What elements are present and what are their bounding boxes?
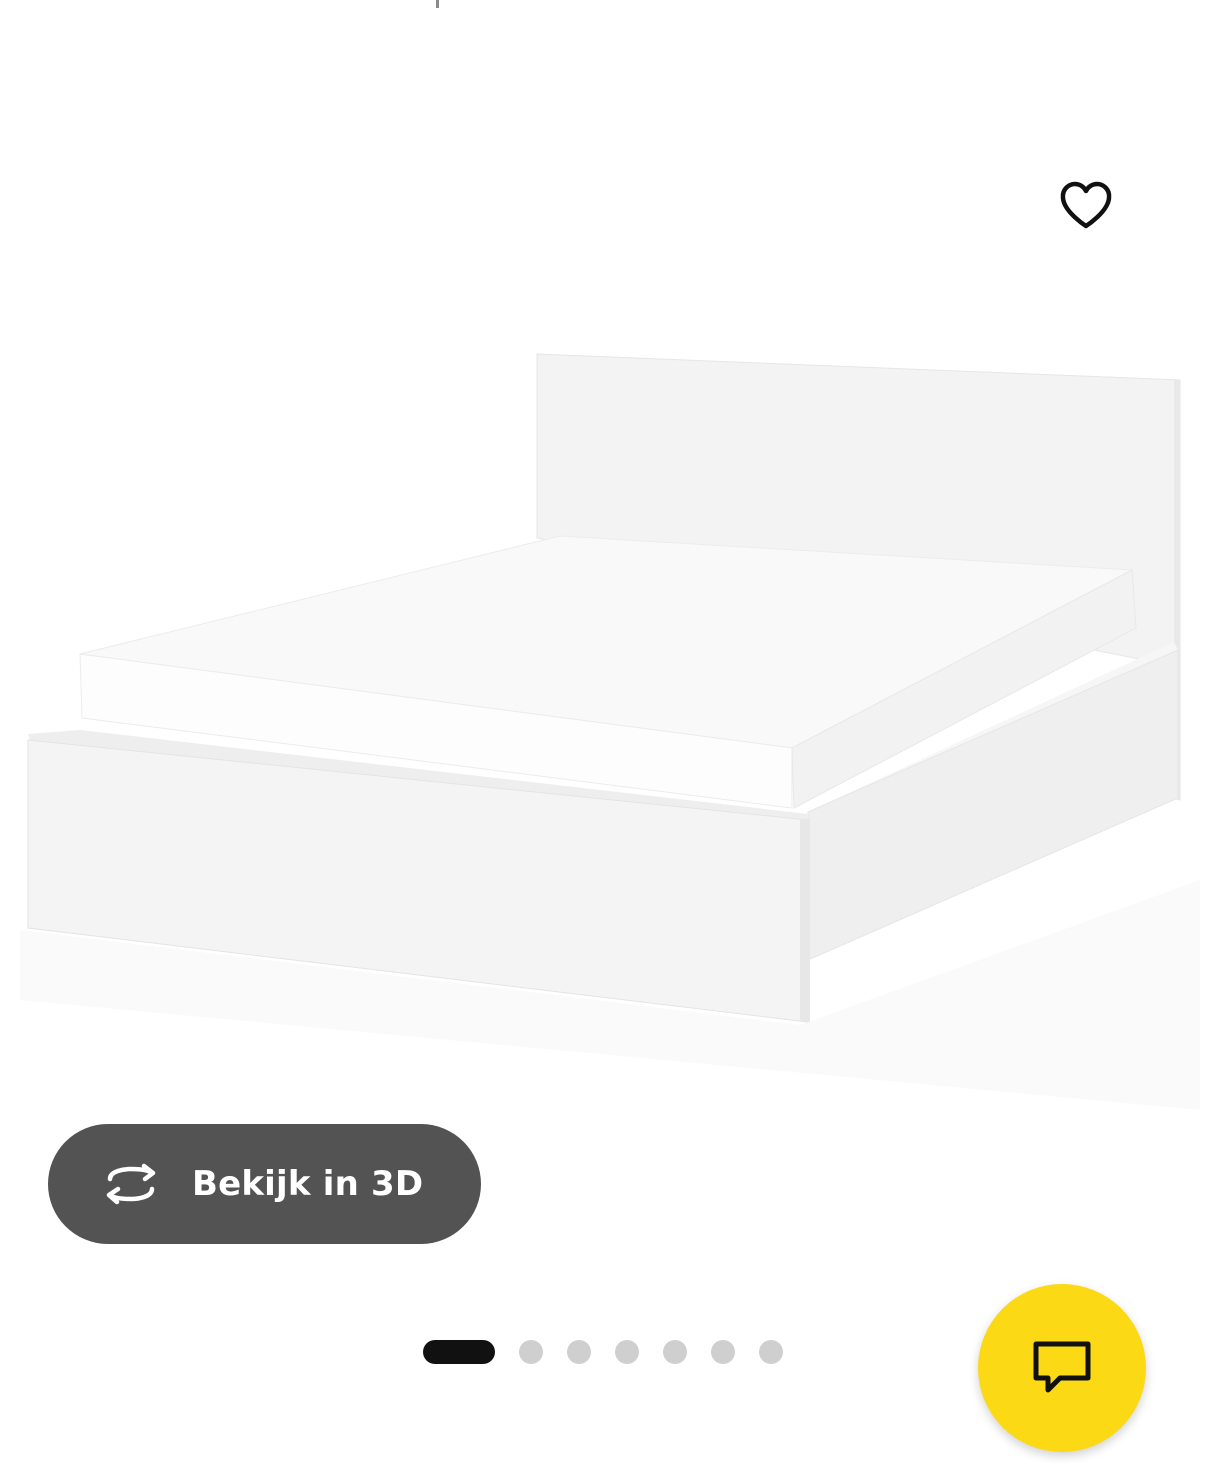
- carousel-dot-3[interactable]: [567, 1340, 591, 1364]
- chat-button[interactable]: [978, 1284, 1146, 1452]
- carousel-dot-2[interactable]: [519, 1340, 543, 1364]
- product-image[interactable]: [0, 320, 1206, 1120]
- carousel-dot-7[interactable]: [759, 1340, 783, 1364]
- chat-bubble-icon: [1033, 1341, 1091, 1393]
- product-page: Bekijk in 3D: [0, 0, 1206, 1464]
- image-carousel-pagination: [423, 1340, 783, 1364]
- favorite-button[interactable]: [1052, 172, 1120, 240]
- carousel-dot-6[interactable]: [711, 1340, 735, 1364]
- carousel-dot-1[interactable]: [423, 1340, 495, 1364]
- view-in-3d-button[interactable]: Bekijk in 3D: [48, 1124, 481, 1244]
- scroll-indicator: [436, 0, 439, 8]
- rotate-3d-icon: [100, 1163, 162, 1205]
- view-in-3d-label: Bekijk in 3D: [192, 1164, 424, 1204]
- carousel-dot-5[interactable]: [663, 1340, 687, 1364]
- carousel-dot-4[interactable]: [615, 1340, 639, 1364]
- heart-outline-icon: [1060, 181, 1112, 229]
